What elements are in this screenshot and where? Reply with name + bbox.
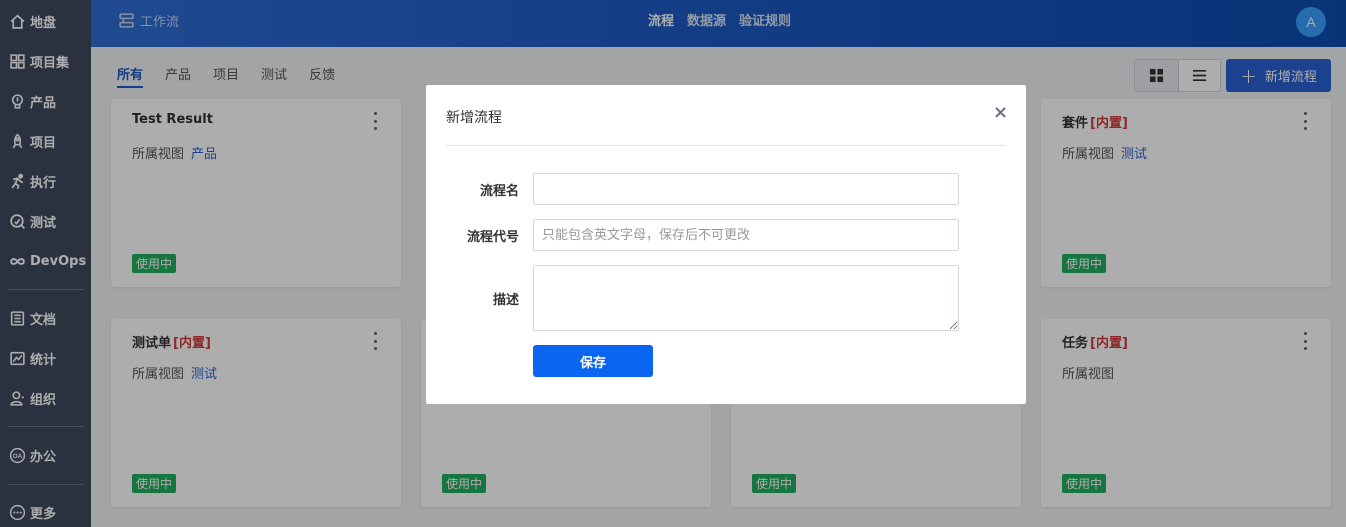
dialog-title: 新增流程 <box>446 110 502 126</box>
workflow-code-label: 流程代号 <box>466 230 519 245</box>
dialog-divider <box>446 145 1006 146</box>
workflow-name-input[interactable] <box>533 173 959 205</box>
workflow-name-label: 流程名 <box>479 184 519 199</box>
workflow-code-input[interactable] <box>533 219 959 251</box>
close-icon[interactable]: × <box>993 102 1008 123</box>
description-textarea[interactable] <box>533 265 959 331</box>
save-button[interactable]: 保存 <box>533 345 653 377</box>
description-label: 描述 <box>492 293 519 308</box>
new-workflow-dialog: 新增流程 × 流程名 流程代号 描述 保存 <box>426 85 1026 404</box>
